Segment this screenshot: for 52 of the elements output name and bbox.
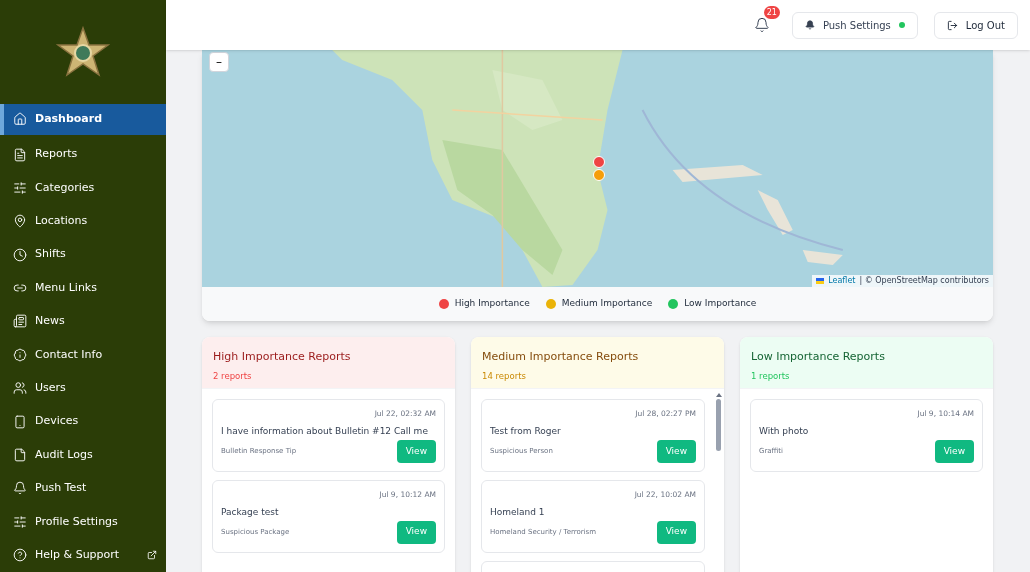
report-title: Homeland 1 (490, 506, 546, 519)
star-badge-logo (55, 26, 111, 79)
report-count: 2 reports (213, 369, 253, 383)
sidebar-item[interactable]: Reports (0, 137, 166, 172)
logout-button[interactable]: Log Out (933, 11, 1018, 39)
sidebar-item[interactable]: News (0, 304, 166, 339)
bell-icon (753, 17, 770, 33)
report-title: Package test (221, 506, 280, 519)
file-icon (13, 448, 27, 463)
report-count: 1 reports (751, 369, 791, 383)
legend-label: High Importance (454, 297, 530, 311)
flag-icon (816, 278, 825, 284)
sidebar-item[interactable]: Help & Support (0, 538, 166, 572)
column-title: Medium Importance Reports (482, 349, 640, 365)
sliders-icon (13, 180, 27, 195)
bell-icon (13, 481, 27, 496)
legend-label: Low Importance (684, 297, 757, 311)
sidebar-item[interactable]: Contact Info (0, 338, 166, 372)
sidebar-item[interactable]: Locations (0, 204, 166, 238)
column-title: High Importance Reports (213, 349, 352, 365)
report-count: 14 reports (482, 369, 527, 383)
legend-label: Medium Importance (561, 297, 653, 311)
notification-count-badge: 21 (763, 6, 780, 19)
logout-icon (946, 19, 958, 31)
report-title: I have information about Bulletin #12 Call me (221, 425, 429, 439)
map-pin-icon (13, 214, 27, 229)
sidebar-item[interactable]: Devices (0, 404, 166, 439)
clock-icon (13, 247, 27, 262)
phone-icon (13, 414, 27, 429)
zoom-out-button[interactable]: – (209, 52, 229, 72)
home-icon (13, 112, 27, 127)
question-icon (13, 548, 27, 563)
attribution-text: | © OpenStreetMap contributors (859, 275, 989, 287)
info-badge-icon (13, 347, 27, 362)
newspaper-icon (13, 314, 27, 329)
bell-icon (804, 20, 815, 30)
report-title: With photo (759, 425, 810, 439)
leaflet-link[interactable]: Leaflet (828, 275, 856, 287)
sidebar-item[interactable]: Users (0, 371, 166, 405)
users-icon (13, 381, 27, 396)
sidebar-item[interactable]: Audit Logs (0, 438, 166, 472)
sidebar-item[interactable]: Menu Links (0, 271, 166, 305)
push-settings-button[interactable]: Push Settings (791, 11, 918, 39)
sidebar-item[interactable]: Dashboard (0, 104, 166, 135)
report-title: Test from Roger (490, 425, 562, 439)
document-icon (13, 147, 27, 162)
sidebar-item[interactable]: Profile Settings (0, 505, 166, 539)
sliders-icon (13, 514, 27, 529)
sidebar-item[interactable]: Push Test (0, 471, 166, 506)
column-title: Low Importance Reports (751, 349, 886, 365)
sidebar-item[interactable]: Shifts (0, 238, 166, 272)
sidebar-item[interactable]: Categories (0, 171, 166, 205)
